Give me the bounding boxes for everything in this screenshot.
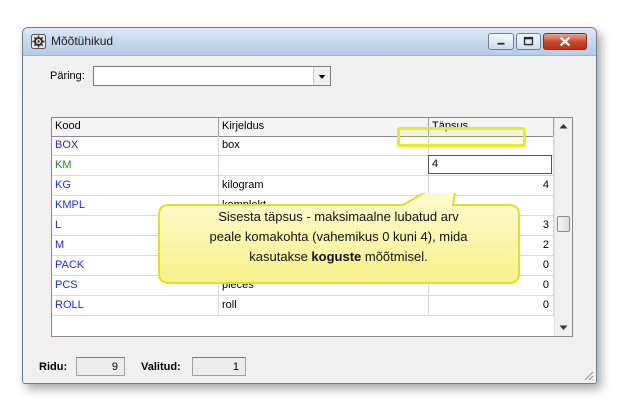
rows-count: 9 — [76, 357, 125, 376]
query-dropdown-button[interactable] — [313, 67, 330, 85]
code-cell[interactable]: BOX — [52, 136, 219, 155]
minimize-button[interactable] — [488, 33, 514, 50]
tooltip-text: Sisesta täpsus - maksimaalne lubatud arv… — [160, 207, 517, 267]
tooltip-text-part: mõõtmisel. — [361, 249, 428, 264]
minimize-icon — [497, 42, 505, 45]
resize-grip-icon[interactable] — [582, 369, 594, 381]
scrollbar-thumb[interactable] — [557, 216, 570, 232]
chevron-down-icon — [318, 75, 326, 79]
rows-label: Ridu: — [39, 361, 68, 373]
query-select[interactable] — [93, 66, 331, 86]
code-cell[interactable]: KM — [52, 156, 219, 175]
scroll-up-icon[interactable] — [559, 123, 568, 129]
close-icon — [559, 36, 571, 47]
scroll-down-icon[interactable] — [559, 325, 568, 331]
selected-count: 1 — [192, 357, 246, 376]
status-bar: Ridu: 9 Valitud: 1 — [23, 354, 596, 383]
table-row[interactable]: ROLL roll 0 — [52, 296, 554, 316]
table-scrollbar[interactable] — [554, 118, 572, 336]
code-cell[interactable]: ROLL — [52, 296, 219, 315]
precision-cell[interactable]: 0 — [429, 296, 554, 315]
column-header-code[interactable]: Kood — [52, 118, 219, 136]
description-cell[interactable]: roll — [219, 296, 429, 315]
tooltip-line: Sisesta täpsus - maksimaalne lubatud arv — [218, 209, 459, 224]
tooltip-line: peale komakohta (vahemikus 0 kuni 4), mi… — [209, 229, 468, 244]
title-bar[interactable]: Mõõtühikud — [23, 28, 596, 56]
tooltip-line: kasutakse koguste mõõtmisel. — [160, 247, 517, 267]
precision-edit-input[interactable]: 4 — [428, 155, 552, 174]
close-button[interactable] — [543, 33, 587, 50]
tooltip-text-part: kasutakse — [249, 249, 312, 264]
maximize-button[interactable] — [516, 33, 541, 50]
window-title: Mõõtühikud — [51, 34, 114, 48]
selected-label: Valitud: — [141, 361, 181, 373]
query-label: Päring: — [50, 70, 85, 82]
maximize-icon — [523, 36, 534, 46]
tooltip-bold-word: koguste — [311, 249, 362, 264]
gear-icon — [31, 34, 46, 49]
description-cell[interactable] — [219, 156, 429, 175]
precision-highlight — [397, 127, 526, 147]
